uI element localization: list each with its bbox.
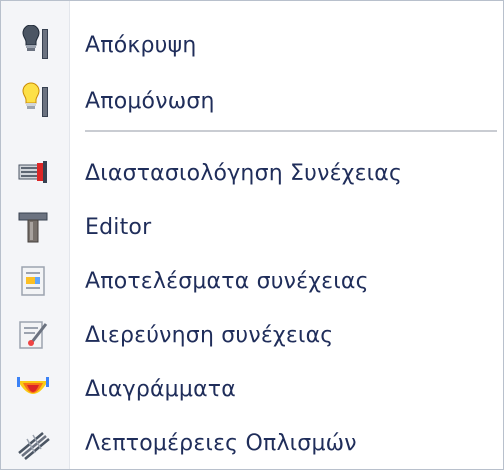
menu-item-continuity-results[interactable]: Αποτελέσματα συνέχειας xyxy=(1,253,503,309)
investigation-icon xyxy=(13,315,53,355)
menu-item-reinforcement-details[interactable]: Λεπτομέρειες Οπλισμών xyxy=(1,415,503,471)
menu-item-label: Διερεύνηση συνέχειας xyxy=(85,322,334,348)
results-document-icon xyxy=(13,261,53,301)
menu-item-label: Διαστασιολόγηση Συνέχειας xyxy=(85,160,403,186)
menu-item-label: Απόκρυψη xyxy=(85,32,197,58)
reinforcement-details-icon xyxy=(13,423,53,463)
menu-item-label: Διαγράμματα xyxy=(85,376,236,402)
menu-item-continuity-design[interactable]: Διαστασιολόγηση Συνέχειας xyxy=(1,145,503,201)
menu-item-hide[interactable]: Απόκρυψη xyxy=(1,17,503,73)
menu-item-isolate[interactable]: Απομόνωση xyxy=(1,73,503,129)
menu-item-label: Απομόνωση xyxy=(85,88,215,114)
bulb-off-icon xyxy=(13,25,53,65)
menu-item-diagrams[interactable]: Διαγράμματα xyxy=(1,361,503,417)
menu-item-label: Λεπτομέρειες Οπλισμών xyxy=(85,430,357,456)
menu-item-label: Αποτελέσματα συνέχειας xyxy=(85,268,369,294)
rebar-design-icon xyxy=(13,153,53,193)
menu-item-editor[interactable]: Editor xyxy=(1,199,503,255)
bulb-on-icon xyxy=(13,81,53,121)
menu-item-label: Editor xyxy=(85,214,152,240)
menu-item-continuity-investigation[interactable]: Διερεύνηση συνέχειας xyxy=(1,307,503,363)
menu-separator xyxy=(85,130,497,132)
t-beam-icon xyxy=(13,207,53,247)
diagram-icon xyxy=(13,369,53,409)
context-menu: Απόκρυψη Απομόνωση Διαστασιολόγηση Συνέχ… xyxy=(0,0,504,470)
